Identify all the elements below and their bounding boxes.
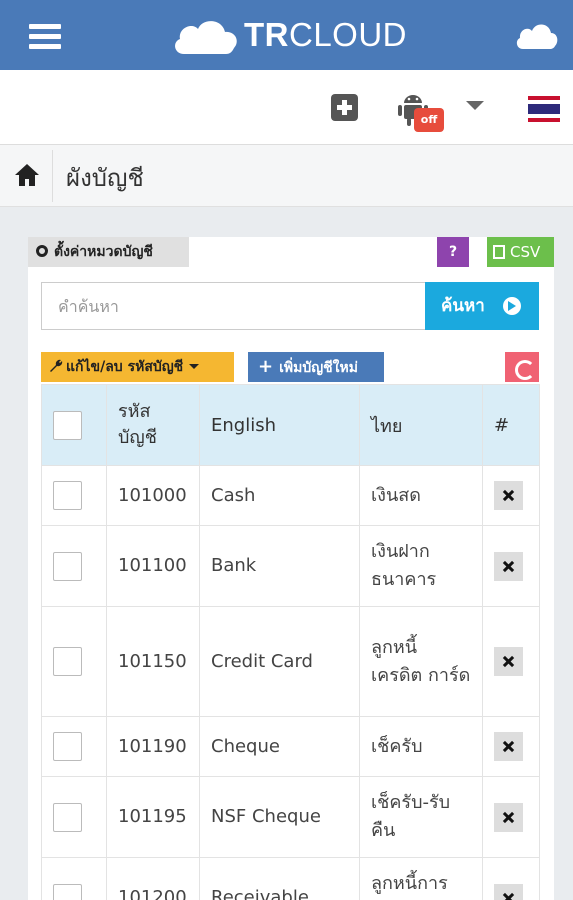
column-header-english: English	[199, 384, 360, 466]
row-checkbox[interactable]	[53, 481, 82, 510]
csv-export-button[interactable]: CSV	[487, 237, 554, 267]
row-delete-cell	[482, 857, 540, 900]
account-code: 101195	[106, 776, 200, 858]
delete-icon[interactable]	[494, 802, 523, 832]
table-row: 101000 Cash เงินสด	[41, 465, 540, 526]
help-button[interactable]: ?	[437, 237, 469, 267]
delete-icon[interactable]	[494, 883, 523, 900]
row-delete-cell	[482, 776, 540, 858]
add-account-button[interactable]: + เพิ่มบัญชีใหม่	[248, 352, 384, 382]
row-checkbox[interactable]	[53, 802, 82, 832]
account-code: 101200	[106, 857, 200, 900]
account-code: 101100	[106, 525, 200, 607]
account-name-thai: เช็ครับ	[359, 716, 483, 777]
chevron-down-icon[interactable]	[466, 101, 484, 110]
row-select-cell	[41, 465, 107, 526]
logo-text: TRCLOUD	[244, 16, 408, 53]
search-input[interactable]: คำค้นหา	[41, 282, 426, 330]
file-icon	[493, 245, 505, 259]
table-row: 101200Receivableลูกหนี้การ ค้า	[41, 857, 540, 900]
chevron-down-icon	[189, 364, 200, 369]
divider	[52, 150, 53, 202]
account-name-thai: เช็ครับ-รับ คืน	[359, 776, 483, 858]
account-code: 101190	[106, 716, 200, 777]
add-icon-button[interactable]	[331, 94, 358, 121]
account-name-english: Cheque	[199, 716, 360, 777]
row-checkbox[interactable]	[53, 647, 82, 676]
table-row: 101100 Bank เงินฝาก ธนาคาร	[41, 525, 540, 607]
table-header-row: รหัส บัญชี English ไทย #	[41, 384, 540, 466]
account-name-english: Cash	[199, 465, 360, 526]
row-delete-cell	[482, 606, 540, 717]
row-select-cell	[41, 525, 107, 607]
column-header-actions: #	[482, 384, 540, 466]
account-name-english: NSF Cheque	[199, 776, 360, 858]
add-label: เพิ่มบัญชีใหม่	[279, 360, 358, 376]
thai-flag-icon[interactable]	[528, 96, 560, 122]
table-row: 101195 NSF Cheque เช็ครับ-รับ คืน	[41, 776, 540, 858]
delete-icon[interactable]	[494, 481, 523, 510]
accounts-table: รหัส บัญชี English ไทย # 101000 Cash เงินส…	[41, 384, 540, 900]
page-title: ผังบัญชี	[66, 164, 144, 192]
delete-icon[interactable]	[494, 551, 523, 581]
row-delete-cell	[482, 465, 540, 526]
row-checkbox[interactable]	[53, 732, 82, 761]
account-code: 101150	[106, 606, 200, 717]
trcloud-logo[interactable]: TRCLOUD	[170, 12, 407, 58]
row-delete-cell	[482, 525, 540, 607]
row-select-cell	[41, 716, 107, 777]
table-row: 101150 Credit Card ลูกหนี้ เครดิต การ์ด	[41, 606, 540, 717]
plus-icon: +	[258, 356, 274, 377]
account-name-thai: ลูกหนี้การ ค้า	[359, 857, 483, 900]
wrench-icon	[50, 359, 63, 372]
panel-heading-label: ตั้งค่าหมวดบัญชี	[54, 244, 153, 260]
account-category-settings-button[interactable]: ตั้งค่าหมวดบัญชี	[28, 237, 189, 267]
row-select-cell	[41, 776, 107, 858]
delete-icon[interactable]	[494, 647, 523, 676]
cloud-logo-icon	[175, 21, 237, 54]
search-button[interactable]: ค้นหา	[425, 282, 539, 330]
search-button-label: ค้นหา	[441, 296, 485, 316]
account-name-english: Bank	[199, 525, 360, 607]
account-name-thai: เงินฝาก ธนาคาร	[359, 525, 483, 607]
home-icon[interactable]	[14, 163, 40, 187]
account-name-english: Receivable	[199, 857, 360, 900]
select-all-checkbox[interactable]	[53, 410, 82, 440]
arrow-circle-right-icon	[503, 297, 521, 315]
account-name-english: Credit Card	[199, 606, 360, 717]
gear-icon	[36, 245, 48, 257]
row-checkbox[interactable]	[53, 551, 82, 581]
account-name-thai: เงินสด	[359, 465, 483, 526]
account-name-thai: ลูกหนี้ เครดิต การ์ด	[359, 606, 483, 717]
delete-icon[interactable]	[494, 732, 523, 761]
cloud-icon[interactable]	[514, 18, 558, 52]
row-select-cell	[41, 606, 107, 717]
edit-label: แก้ไข/ลบ รหัสบัญชี	[66, 359, 184, 375]
row-select-cell	[41, 857, 107, 900]
column-header-thai: ไทย	[359, 384, 483, 466]
column-header-code: รหัส บัญชี	[106, 384, 200, 466]
account-code: 101000	[106, 465, 200, 526]
hamburger-menu-icon[interactable]	[29, 24, 61, 50]
csv-label: CSV	[510, 243, 541, 261]
android-status-badge: off	[414, 108, 444, 132]
secondary-toolbar	[0, 70, 573, 145]
refresh-button[interactable]	[505, 352, 539, 382]
row-checkbox[interactable]	[53, 883, 82, 900]
table-row: 101190 Cheque เช็ครับ	[41, 716, 540, 777]
select-all-cell	[41, 384, 107, 466]
row-delete-cell	[482, 716, 540, 777]
edit-delete-accounts-dropdown[interactable]: แก้ไข/ลบ รหัสบัญชี	[41, 352, 234, 382]
